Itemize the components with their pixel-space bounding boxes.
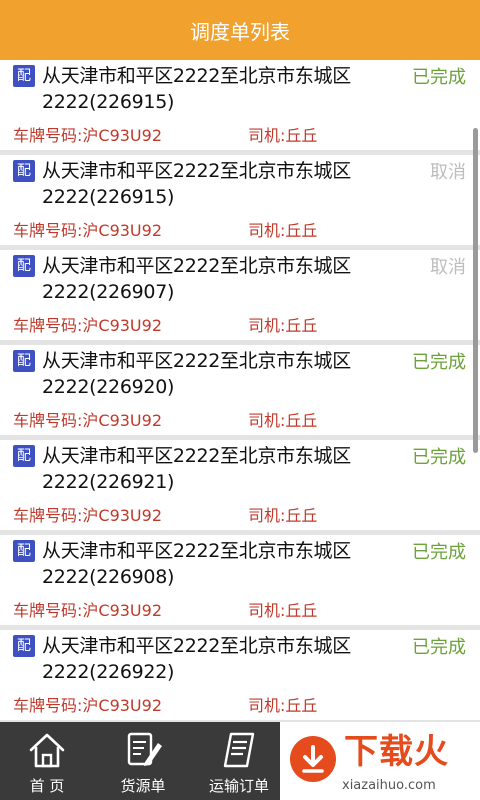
delivery-badge: 配 bbox=[13, 445, 35, 467]
order-card[interactable]: 配 从天津市和平区2222至北京市东城区2222(226922) 已完成 车牌号… bbox=[0, 630, 480, 722]
watermark-site: xiazaihuo.com bbox=[342, 778, 436, 793]
order-status: 已完成 bbox=[412, 352, 466, 373]
delivery-badge: 配 bbox=[13, 65, 35, 87]
order-route: 从天津市和平区2222至北京市东城区2222(226921) bbox=[42, 445, 351, 493]
dispatch-order-list[interactable]: 配 从天津市和平区2222至北京市东城区2222(226915) 已完成 车牌号… bbox=[0, 60, 480, 722]
plate-number: 车牌号码:沪C93U92 bbox=[13, 601, 162, 620]
order-status: 已完成 bbox=[412, 637, 466, 658]
order-route: 从天津市和平区2222至北京市东城区2222(226920) bbox=[42, 350, 351, 398]
driver-name: 司机:丘丘 bbox=[248, 696, 318, 715]
plate-number: 车牌号码:沪C93U92 bbox=[13, 506, 162, 525]
order-status: 取消 bbox=[430, 162, 466, 183]
delivery-badge: 配 bbox=[13, 255, 35, 277]
tab-transport-orders-label: 运输订单 bbox=[208, 777, 269, 795]
watermark-logo: 下载火 xiazaihuo.com bbox=[280, 722, 480, 800]
order-card[interactable]: 配 从天津市和平区2222至北京市东城区2222(226907) 取消 车牌号码… bbox=[0, 250, 480, 345]
order-status: 已完成 bbox=[412, 447, 466, 468]
plate-number: 车牌号码:沪C93U92 bbox=[13, 411, 162, 430]
tab-home-label: 首 页 bbox=[29, 777, 65, 795]
driver-name: 司机:丘丘 bbox=[248, 126, 318, 145]
tab-cargo-orders-label: 货源单 bbox=[120, 777, 166, 795]
plate-number: 车牌号码:沪C93U92 bbox=[13, 316, 162, 335]
driver-name: 司机:丘丘 bbox=[248, 221, 318, 240]
order-status: 取消 bbox=[430, 257, 466, 278]
order-list-icon bbox=[223, 732, 255, 768]
home-icon bbox=[29, 733, 65, 768]
watermark-text: 下载火 bbox=[344, 732, 449, 772]
delivery-badge: 配 bbox=[13, 160, 35, 182]
order-status: 已完成 bbox=[412, 67, 466, 88]
order-card[interactable]: 配 从天津市和平区2222至北京市东城区2222(226915) 取消 车牌号码… bbox=[0, 155, 480, 250]
plate-number: 车牌号码:沪C93U92 bbox=[13, 221, 162, 240]
order-card[interactable]: 配 从天津市和平区2222至北京市东城区2222(226908) 已完成 车牌号… bbox=[0, 535, 480, 630]
title-bar: 调度单列表 bbox=[0, 0, 480, 60]
plate-number: 车牌号码:沪C93U92 bbox=[13, 696, 162, 715]
order-route: 从天津市和平区2222至北京市东城区2222(226915) bbox=[42, 160, 351, 208]
plate-number: 车牌号码:沪C93U92 bbox=[13, 126, 162, 145]
order-card[interactable]: 配 从天津市和平区2222至北京市东城区2222(226915) 已完成 车牌号… bbox=[0, 60, 480, 155]
order-route: 从天津市和平区2222至北京市东城区2222(226907) bbox=[42, 255, 351, 303]
order-card[interactable]: 配 从天津市和平区2222至北京市东城区2222(226920) 已完成 车牌号… bbox=[0, 345, 480, 440]
order-route: 从天津市和平区2222至北京市东城区2222(226908) bbox=[42, 540, 351, 588]
delivery-badge: 配 bbox=[13, 540, 35, 562]
tab-transport-orders[interactable]: 运输订单 bbox=[192, 722, 286, 800]
delivery-badge: 配 bbox=[13, 350, 35, 372]
download-icon bbox=[290, 736, 336, 782]
page-title: 调度单列表 bbox=[190, 19, 290, 44]
tab-home[interactable]: 首 页 bbox=[0, 722, 94, 800]
driver-name: 司机:丘丘 bbox=[248, 506, 318, 525]
delivery-badge: 配 bbox=[13, 635, 35, 657]
tab-cargo-orders[interactable]: 货源单 bbox=[96, 722, 190, 800]
list-scrollbar[interactable] bbox=[473, 128, 478, 453]
app-screen: 调度单列表 配 从天津市和平区2222至北京市东城区2222(226915) 已… bbox=[0, 0, 480, 800]
edit-document-icon bbox=[127, 732, 162, 766]
order-route: 从天津市和平区2222至北京市东城区2222(226915) bbox=[42, 65, 351, 113]
order-route: 从天津市和平区2222至北京市东城区2222(226922) bbox=[42, 635, 351, 683]
order-card[interactable]: 配 从天津市和平区2222至北京市东城区2222(226921) 已完成 车牌号… bbox=[0, 440, 480, 535]
order-status: 已完成 bbox=[412, 542, 466, 563]
driver-name: 司机:丘丘 bbox=[248, 411, 318, 430]
driver-name: 司机:丘丘 bbox=[248, 316, 318, 335]
driver-name: 司机:丘丘 bbox=[248, 601, 318, 620]
